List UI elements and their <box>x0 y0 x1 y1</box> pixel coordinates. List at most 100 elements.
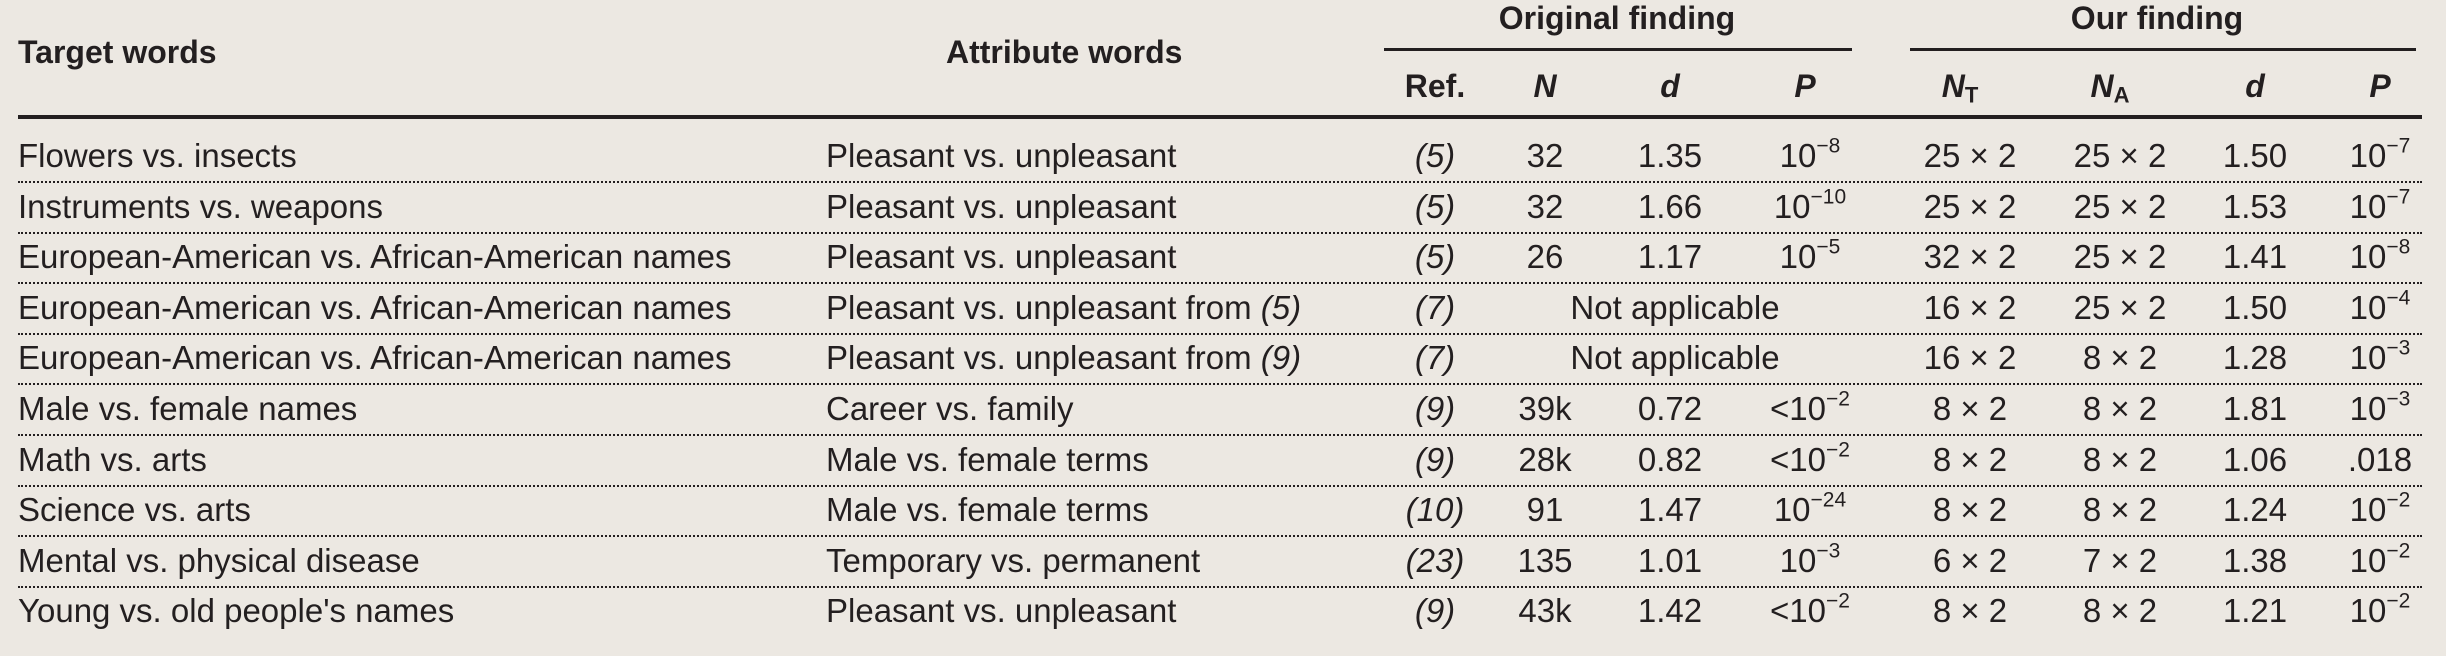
cell-nt: 25 × 2 <box>1923 137 2017 174</box>
cell-attribute-words: Pleasant vs. unpleasant <box>826 187 1177 225</box>
cell-d: 1.66 <box>1637 187 1703 225</box>
cell-nt: 8 × 2 <box>1932 491 2008 529</box>
cell-ref: (5) <box>1414 238 1456 276</box>
cell-our-p: .018 <box>2347 440 2413 478</box>
col-nt: NT <box>1941 68 1979 108</box>
cell-d: 1.42 <box>1637 592 1703 630</box>
cell-nt: 16 × 2 <box>1923 288 2017 326</box>
cell-na: 8 × 2 <box>2082 592 2158 630</box>
cell-our-p: 10−2 <box>2349 488 2411 529</box>
cell-our-d: 1.38 <box>2222 541 2288 579</box>
cell-target-words: Math vs. arts <box>18 440 207 478</box>
col-na: NA <box>2090 68 2130 108</box>
col-n: N <box>1533 68 1557 104</box>
table-row: Science vs. arts Male vs. female terms (10… <box>18 485 2422 538</box>
table-row: Flowers vs. insects Pleasant vs. unpleasa… <box>18 131 2422 183</box>
cell-p: <10−2 <box>1770 437 1850 478</box>
cell-na: 25 × 2 <box>2073 137 2167 174</box>
cell-ref: (9) <box>1414 592 1456 630</box>
cell-attribute-words: Pleasant vs. unpleasant from (5) <box>826 288 1302 326</box>
cell-n: 32 <box>1526 187 1564 225</box>
cell-attribute-words: Pleasant vs. unpleasant <box>826 238 1177 276</box>
cell-na: 8 × 2 <box>2082 339 2158 377</box>
cell-ref: (9) <box>1414 390 1456 427</box>
cell-attribute-words: Male vs. female terms <box>826 491 1149 529</box>
cell-target-words: European-American vs. African-American n… <box>18 288 732 326</box>
cell-our-p: 10−4 <box>2349 286 2411 326</box>
cell-na: 8 × 2 <box>2082 390 2158 427</box>
cell-ref: (7) <box>1414 339 1456 377</box>
cell-target-words: Male vs. female names <box>18 390 358 427</box>
cell-p: 10−24 <box>1773 488 1847 529</box>
cell-our-d: 1.21 <box>2222 592 2288 630</box>
header-our-finding: Our finding <box>2070 0 2244 36</box>
cell-nt: 16 × 2 <box>1923 339 2017 377</box>
cell-attribute-words: Pleasant vs. unpleasant from (9) <box>826 339 1302 377</box>
cell-p: 10−8 <box>1779 134 1841 174</box>
original-finding-rule <box>1384 48 1852 51</box>
cell-our-p: 10−7 <box>2349 184 2411 225</box>
cell-d: 0.82 <box>1637 440 1703 478</box>
cell-p: <10−2 <box>1770 387 1850 427</box>
cell-nt: 32 × 2 <box>1923 238 2017 276</box>
cell-ref: (23) <box>1405 541 1465 579</box>
cell-our-d: 1.06 <box>2222 440 2288 478</box>
header-target-words: Target words <box>18 34 217 70</box>
cell-ref: (10) <box>1405 491 1465 529</box>
table-row: European-American vs. African-American n… <box>18 333 2422 386</box>
cell-our-d: 1.81 <box>2222 390 2288 427</box>
cell-our-p: 10−8 <box>2349 235 2411 276</box>
cell-attribute-words: Career vs. family <box>826 390 1074 427</box>
table-row: Young vs. old people's names Pleasant vs.… <box>18 586 2422 636</box>
cell-nt: 8 × 2 <box>1932 390 2008 427</box>
cell-n: 28k <box>1518 440 1572 478</box>
cell-target-words: Flowers vs. insects <box>18 137 297 174</box>
cell-our-d: 1.53 <box>2222 187 2288 225</box>
header-rule <box>18 115 2422 119</box>
cell-nt: 25 × 2 <box>1923 187 2017 225</box>
cell-d: 0.72 <box>1637 390 1703 427</box>
results-table: Target words Attribute words Original fi… <box>0 0 2446 656</box>
cell-target-words: Science vs. arts <box>18 491 251 529</box>
cell-n: 135 <box>1517 541 1573 579</box>
cell-na: 25 × 2 <box>2073 288 2167 326</box>
cell-n: 39k <box>1518 390 1572 427</box>
cell-ref: (9) <box>1414 440 1456 478</box>
cell-our-d: 1.50 <box>2222 288 2288 326</box>
cell-our-d: 1.50 <box>2222 137 2288 174</box>
cell-target-words: Mental vs. physical disease <box>18 541 420 579</box>
cell-not-applicable: Not applicable <box>1570 288 1780 326</box>
cell-our-p: 10−3 <box>2349 336 2411 377</box>
cell-our-d: 1.41 <box>2222 238 2288 276</box>
col-p: P <box>1794 68 1816 104</box>
cell-attribute-words: Male vs. female terms <box>826 440 1149 478</box>
cell-p: 10−5 <box>1779 235 1841 276</box>
col-d: d <box>1660 68 1680 104</box>
cell-our-p: 10−3 <box>2349 387 2411 427</box>
cell-target-words: Instruments vs. weapons <box>18 187 383 225</box>
cell-nt: 6 × 2 <box>1932 541 2008 579</box>
cell-n: 26 <box>1526 238 1564 276</box>
cell-our-p: 10−2 <box>2349 539 2411 579</box>
table-row: European-American vs. African-American n… <box>18 283 2422 335</box>
cell-d: 1.35 <box>1637 137 1703 174</box>
cell-d: 1.01 <box>1637 541 1703 579</box>
col-our-p: P <box>2369 68 2391 104</box>
cell-n: 91 <box>1526 491 1564 529</box>
cell-n: 32 <box>1526 137 1564 174</box>
cell-our-p: 10−7 <box>2349 134 2411 174</box>
cell-n: 43k <box>1518 592 1572 630</box>
header-original-finding: Original finding <box>1498 0 1736 36</box>
table-row: European-American vs. African-American n… <box>18 232 2422 285</box>
col-ref: Ref. <box>1404 68 1466 104</box>
cell-our-d: 1.24 <box>2222 491 2288 529</box>
cell-na: 8 × 2 <box>2082 440 2158 478</box>
cell-ref: (7) <box>1414 288 1456 326</box>
cell-d: 1.17 <box>1637 238 1703 276</box>
cell-d: 1.47 <box>1637 491 1703 529</box>
table-row: Instruments vs. weapons Pleasant vs. unpl… <box>18 182 2422 234</box>
cell-p: 10−3 <box>1779 539 1841 579</box>
cell-target-words: European-American vs. African-American n… <box>18 238 732 276</box>
cell-na: 25 × 2 <box>2073 238 2167 276</box>
cell-not-applicable: Not applicable <box>1570 339 1780 377</box>
